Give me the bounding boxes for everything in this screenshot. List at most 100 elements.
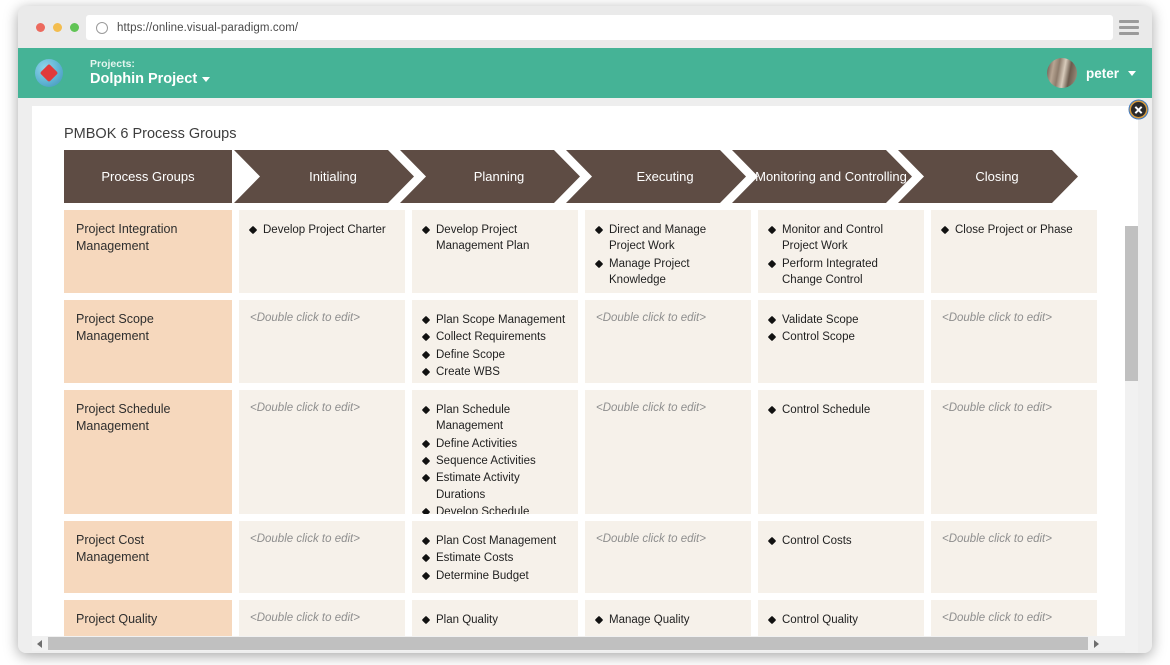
process-cell[interactable]: <Double click to edit> bbox=[239, 521, 405, 593]
column-header-planning[interactable]: Planning bbox=[400, 150, 580, 203]
reload-icon[interactable] bbox=[96, 21, 108, 34]
process-item[interactable]: Plan Schedule Management bbox=[423, 402, 567, 435]
knowledge-area-cell[interactable]: Project Quality bbox=[64, 600, 232, 638]
process-list: Plan Cost Management Estimate Costs Determ… bbox=[423, 533, 567, 584]
projects-label: Projects: bbox=[90, 58, 135, 71]
process-cell[interactable]: Develop Project Charter bbox=[239, 210, 405, 293]
process-cell[interactable]: Plan Cost Management Estimate Costs Determ… bbox=[412, 521, 578, 593]
process-cell[interactable]: Control Costs bbox=[758, 521, 924, 593]
column-header-label: Planning bbox=[473, 168, 525, 184]
process-cell[interactable]: Close Project or Phase bbox=[931, 210, 1097, 293]
process-cell[interactable]: Direct and Manage Project Work Manage Pro… bbox=[585, 210, 751, 293]
scroll-left-button[interactable] bbox=[32, 636, 47, 651]
process-item[interactable]: Control Scope bbox=[769, 329, 913, 345]
process-cell[interactable]: Develop Project Management Plan bbox=[412, 210, 578, 293]
process-item[interactable]: Plan Scope Management bbox=[423, 312, 567, 328]
process-item[interactable]: Monitor and Control Project Work bbox=[769, 222, 913, 255]
hamburger-menu-icon[interactable] bbox=[1119, 20, 1139, 35]
process-item[interactable]: Develop Schedule bbox=[423, 504, 567, 514]
process-item[interactable]: Control Schedule bbox=[769, 402, 913, 418]
column-header-initialing[interactable]: Initialing bbox=[234, 150, 414, 203]
process-item[interactable]: Develop Project Charter bbox=[250, 222, 394, 238]
close-icon[interactable] bbox=[1131, 102, 1146, 117]
knowledge-area-cell[interactable]: Project Integration Management bbox=[64, 210, 232, 293]
vertical-scrollbar-thumb[interactable] bbox=[1125, 226, 1138, 381]
column-header-label: Monitoring and Controlling bbox=[755, 168, 907, 184]
content-area: PMBOK 6 Process Groups Process Groups Ini… bbox=[18, 98, 1152, 653]
process-item[interactable]: Develop Project Management Plan bbox=[423, 222, 567, 255]
url-text: https://online.visual-paradigm.com/ bbox=[117, 21, 299, 34]
process-list: Close Project or Phase bbox=[942, 222, 1086, 238]
process-cell[interactable]: <Double click to edit> bbox=[239, 600, 405, 638]
process-cell[interactable]: <Double click to edit> bbox=[931, 390, 1097, 514]
process-item[interactable]: Control Costs bbox=[769, 533, 913, 549]
process-cell[interactable]: <Double click to edit> bbox=[585, 300, 751, 383]
visual-paradigm-logo-icon[interactable] bbox=[35, 59, 63, 87]
matrix-corner-header: Process Groups bbox=[64, 150, 232, 203]
knowledge-area-cell[interactable]: Project Schedule Management bbox=[64, 390, 232, 514]
process-cell[interactable]: <Double click to edit> bbox=[931, 600, 1097, 638]
process-item[interactable]: Plan Quality bbox=[423, 612, 567, 628]
process-item[interactable]: Close Project or Phase bbox=[942, 222, 1086, 238]
process-cell[interactable]: <Double click to edit> bbox=[585, 521, 751, 593]
process-cell[interactable]: Plan Scope Management Collect Requirement… bbox=[412, 300, 578, 383]
process-item[interactable]: Define Activities bbox=[423, 436, 567, 452]
knowledge-area-cell[interactable]: Project Scope Management bbox=[64, 300, 232, 383]
process-cell[interactable]: Control Schedule bbox=[758, 390, 924, 514]
triangle-right-icon bbox=[1094, 639, 1099, 648]
window-traffic-lights bbox=[36, 23, 79, 32]
project-selector[interactable]: Projects: Dolphin Project bbox=[90, 58, 211, 88]
process-item[interactable]: Create WBS bbox=[423, 364, 567, 380]
process-cell[interactable]: <Double click to edit> bbox=[239, 390, 405, 514]
chevron-down-icon[interactable] bbox=[1128, 70, 1136, 76]
address-bar[interactable]: https://online.visual-paradigm.com/ bbox=[86, 15, 1113, 40]
process-list: Develop Project Charter bbox=[250, 222, 394, 238]
process-cell[interactable]: Validate Scope Control Scope bbox=[758, 300, 924, 383]
process-cell[interactable]: <Double click to edit> bbox=[585, 390, 751, 514]
process-cell[interactable]: <Double click to edit> bbox=[931, 300, 1097, 383]
process-item[interactable]: Determine Budget bbox=[423, 568, 567, 584]
column-header-closing[interactable]: Closing bbox=[898, 150, 1078, 203]
scroll-right-button[interactable] bbox=[1089, 636, 1104, 651]
zoom-window-button[interactable] bbox=[70, 23, 79, 32]
process-cell[interactable]: Plan Quality bbox=[412, 600, 578, 638]
close-window-button[interactable] bbox=[36, 23, 45, 32]
empty-cell-placeholder: <Double click to edit> bbox=[250, 312, 360, 324]
knowledge-area-label: Project Scope Management bbox=[76, 312, 154, 344]
process-item[interactable]: Plan Cost Management bbox=[423, 533, 567, 549]
process-cell[interactable]: Plan Schedule Management Define Activitie… bbox=[412, 390, 578, 514]
process-item[interactable]: Direct and Manage Project Work bbox=[596, 222, 740, 255]
empty-cell-placeholder: <Double click to edit> bbox=[942, 612, 1052, 624]
chevron-down-icon[interactable] bbox=[202, 76, 211, 82]
horizontal-scrollbar[interactable] bbox=[32, 636, 1138, 651]
user-menu[interactable]: peter bbox=[1046, 48, 1136, 98]
column-header-monitoring-and-controlling[interactable]: Monitoring and Controlling bbox=[732, 150, 912, 203]
process-list: Manage Quality bbox=[596, 612, 740, 628]
process-item[interactable]: Estimate Costs bbox=[423, 550, 567, 566]
process-list: Control Schedule bbox=[769, 402, 913, 418]
horizontal-scrollbar-thumb[interactable] bbox=[48, 637, 1088, 650]
user-name-label: peter bbox=[1085, 65, 1119, 81]
process-item[interactable]: Sequence Activities bbox=[423, 453, 567, 469]
process-cell[interactable]: Control Quality bbox=[758, 600, 924, 638]
process-item[interactable]: Control Quality bbox=[769, 612, 913, 628]
process-item[interactable]: Validate Scope bbox=[769, 312, 913, 328]
process-cell[interactable]: Monitor and Control Project Work Perform … bbox=[758, 210, 924, 293]
column-header-executing[interactable]: Executing bbox=[566, 150, 746, 203]
process-cell[interactable]: <Double click to edit> bbox=[239, 300, 405, 383]
process-cell[interactable]: Manage Quality bbox=[585, 600, 751, 638]
knowledge-area-label: Project Integration Management bbox=[76, 222, 178, 254]
project-name[interactable]: Dolphin Project bbox=[90, 71, 211, 88]
process-item[interactable]: Manage Project Knowledge bbox=[596, 256, 740, 289]
process-item[interactable]: Estimate Activity Durations bbox=[423, 470, 567, 503]
process-item[interactable]: Collect Requirements bbox=[423, 329, 567, 345]
knowledge-area-cell[interactable]: Project Cost Management bbox=[64, 521, 232, 593]
vertical-scrollbar[interactable] bbox=[1125, 226, 1138, 653]
process-item[interactable]: Define Scope bbox=[423, 347, 567, 363]
app-header: Projects: Dolphin Project peter bbox=[18, 48, 1152, 98]
process-item[interactable]: Perform Integrated Change Control bbox=[769, 256, 913, 289]
process-cell[interactable]: <Double click to edit> bbox=[931, 521, 1097, 593]
avatar[interactable] bbox=[1046, 58, 1077, 88]
process-item[interactable]: Manage Quality bbox=[596, 612, 740, 628]
minimize-window-button[interactable] bbox=[53, 23, 62, 32]
